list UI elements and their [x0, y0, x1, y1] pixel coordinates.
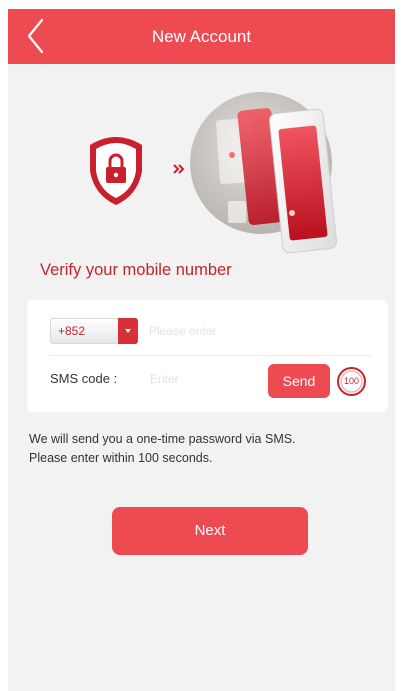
- shield-lock-icon: [90, 137, 142, 205]
- sms-code-input[interactable]: [150, 365, 260, 393]
- screen: New Account Verify your mobile number +8…: [8, 9, 395, 691]
- illustration: [78, 81, 348, 256]
- send-button[interactable]: Send: [268, 364, 330, 398]
- info-line-2: Please enter within 100 seconds.: [29, 451, 213, 465]
- caret-down-icon: [125, 329, 131, 333]
- dropdown-arrow[interactable]: [118, 318, 138, 344]
- app-header: New Account: [8, 9, 395, 64]
- sms-code-label: SMS code :: [50, 371, 118, 386]
- countdown-timer: 100: [336, 366, 367, 397]
- info-line-1: We will send you a one-time password via…: [29, 432, 296, 446]
- info-text: We will send you a one-time password via…: [29, 430, 379, 468]
- countdown-value: 100: [343, 376, 360, 386]
- divider: [50, 355, 372, 356]
- page-title: New Account: [151, 27, 252, 46]
- phone-number-input[interactable]: [149, 318, 364, 344]
- country-code-value: +852: [58, 324, 86, 338]
- verify-title: Verify your mobile number: [40, 261, 232, 279]
- next-button[interactable]: Next: [112, 507, 308, 555]
- country-code-select[interactable]: +852: [50, 318, 138, 344]
- phone-screens-icon: [190, 92, 337, 254]
- form-card: +852 SMS code : Send 100: [27, 300, 388, 412]
- double-chevron-right-icon: [173, 164, 185, 174]
